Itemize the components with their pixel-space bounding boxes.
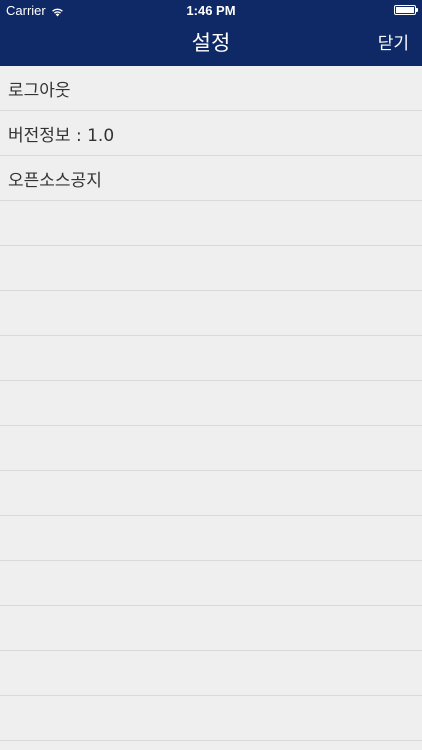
navigation-bar: 설정 닫기	[0, 22, 422, 66]
settings-item-label: 오픈소스공지	[8, 170, 102, 191]
empty-row	[0, 201, 422, 246]
empty-row	[0, 381, 422, 426]
empty-row	[0, 291, 422, 336]
settings-item-logout[interactable]: 로그아웃	[0, 66, 422, 111]
settings-item-version[interactable]: 버전정보 : 1.0	[0, 111, 422, 156]
settings-list: 로그아웃 버전정보 : 1.0 오픈소스공지	[0, 66, 422, 750]
empty-row	[0, 246, 422, 291]
empty-rows	[0, 201, 422, 741]
empty-row	[0, 696, 422, 741]
empty-row	[0, 516, 422, 561]
settings-item-label: 로그아웃	[8, 80, 71, 101]
close-button[interactable]: 닫기	[378, 32, 409, 56]
battery-fill	[396, 7, 414, 13]
empty-row	[0, 471, 422, 516]
battery-icon	[394, 5, 418, 15]
empty-row	[0, 561, 422, 606]
status-time: 1:46 PM	[186, 3, 236, 18]
empty-row	[0, 651, 422, 696]
settings-item-label: 버전정보 : 1.0	[8, 125, 115, 146]
page-title: 설정	[191, 31, 231, 55]
status-bar: Carrier 1:46 PM	[0, 0, 422, 22]
empty-row	[0, 336, 422, 381]
settings-item-open-source[interactable]: 오픈소스공지	[0, 156, 422, 201]
empty-row	[0, 426, 422, 471]
empty-row	[0, 606, 422, 651]
